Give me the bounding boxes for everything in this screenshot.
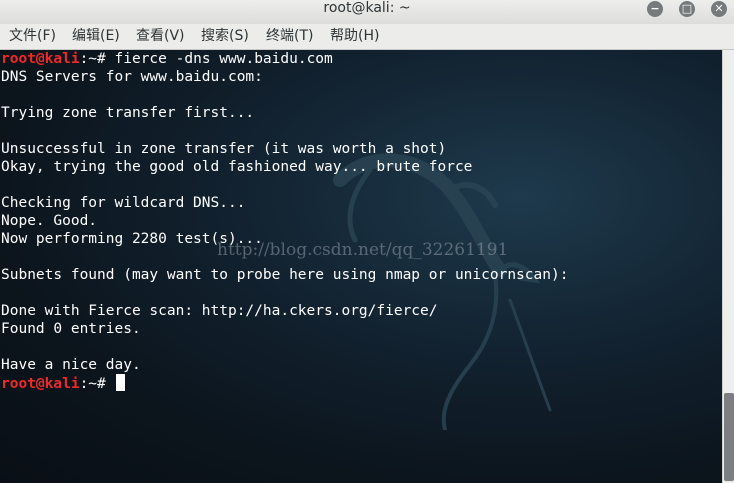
prompt-path: :~	[79, 376, 98, 392]
menu-help[interactable]: 帮助(H)	[330, 24, 379, 49]
maximize-button[interactable]: □	[679, 1, 695, 17]
prompt-line[interactable]: root@kali:~#	[1, 374, 568, 392]
window-title: root@kali: ~	[323, 0, 411, 16]
command-line: root@kali:~# fierce -dns www.baidu.com	[1, 50, 568, 68]
command-text: fierce -dns www.baidu.com	[114, 51, 333, 67]
scrollbar-thumb[interactable]	[724, 393, 734, 481]
output-line: Subnets found (may want to probe here us…	[1, 267, 569, 283]
text-cursor	[115, 374, 125, 391]
menu-terminal[interactable]: 终端(T)	[266, 24, 313, 49]
output-line: Checking for wildcard DNS...	[1, 195, 246, 211]
output-line: Done with Fierce scan: http://ha.ckers.o…	[1, 303, 438, 319]
terminal-output: root@kali:~# fierce -dns www.baidu.com D…	[1, 50, 568, 392]
output-line: DNS Servers for www.baidu.com:	[1, 69, 263, 85]
prompt-user-host: root@kali	[1, 51, 80, 67]
prompt-user-host: root@kali	[1, 376, 80, 392]
vertical-scrollbar[interactable]	[722, 50, 734, 483]
menu-bar: 文件(F) 编辑(E) 查看(V) 搜索(S) 终端(T) 帮助(H)	[0, 24, 734, 50]
output-line: Okay, trying the good old fashioned way.…	[1, 159, 473, 175]
title-bar: root@kali: ~ − □ ✕	[0, 0, 734, 24]
minimize-button[interactable]: −	[647, 1, 663, 17]
prompt-path: :~	[79, 51, 98, 67]
close-button[interactable]: ✕	[711, 1, 727, 17]
menu-edit[interactable]: 编辑(E)	[72, 24, 120, 49]
output-line: Unsuccessful in zone transfer (it was wo…	[1, 141, 447, 157]
menu-file[interactable]: 文件(F)	[9, 24, 56, 49]
terminal-area[interactable]: http://blog.csdn.net/qq_32261191 root@ka…	[0, 50, 722, 483]
menu-view[interactable]: 查看(V)	[136, 24, 185, 49]
prompt-symbol: #	[97, 376, 115, 392]
output-line: Found 0 entries.	[1, 321, 141, 337]
output-line: Trying zone transfer first...	[1, 105, 255, 121]
menu-search[interactable]: 搜索(S)	[201, 24, 249, 49]
output-line: Now performing 2280 test(s)...	[1, 231, 263, 247]
output-line: Nope. Good.	[1, 213, 98, 229]
output-line: Have a nice day.	[1, 357, 141, 373]
prompt-symbol: #	[97, 51, 115, 67]
